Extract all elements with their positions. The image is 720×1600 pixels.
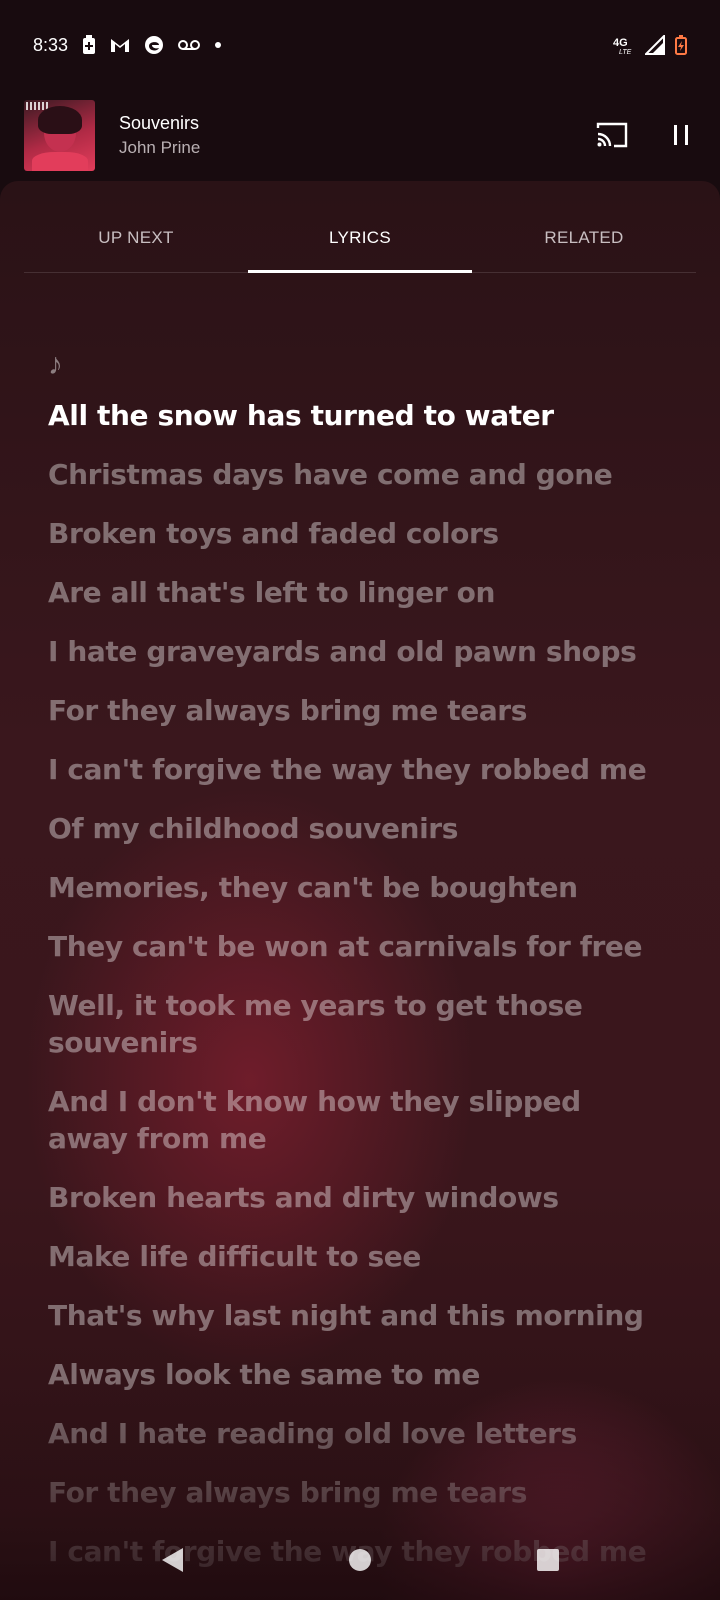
lyrics-list[interactable]: ♪ All the snow has turned to water Chris… [48,341,668,1592]
mini-player[interactable]: Souvenirs John Prine [0,90,720,180]
4g-lte-icon: 4G LTE [613,35,635,55]
system-nav-bar [0,1520,720,1600]
lyric-line[interactable]: And I don't know how they slipped away f… [48,1083,668,1157]
lyric-line[interactable]: I hate graveyards and old pawn shops [48,633,668,670]
recents-icon[interactable] [528,1540,568,1580]
tab-related[interactable]: RELATED [472,203,696,272]
signal-icon [645,35,665,55]
lyric-line[interactable]: Broken toys and faded colors [48,515,668,552]
pause-icon[interactable] [672,123,690,147]
clock: 8:33 [33,34,69,55]
gmail-icon [110,37,130,53]
voicemail-icon [178,39,201,51]
lyric-line[interactable]: Memories, they can't be boughten [48,869,668,906]
lyrics-sheet: UP NEXT LYRICS RELATED ♪ All the snow ha… [0,181,720,1600]
lyric-line[interactable]: Christmas days have come and gone [48,456,668,493]
edge-browser-icon [144,35,164,55]
lyric-line[interactable]: Of my childhood souvenirs [48,810,668,847]
battery-charging-icon [675,35,687,55]
lyric-line[interactable]: Well, it took me years to get those souv… [48,987,668,1061]
dot-icon [214,41,222,49]
back-icon[interactable] [152,1540,192,1580]
lyric-line[interactable]: Broken hearts and dirty windows [48,1179,668,1216]
tab-bar: UP NEXT LYRICS RELATED [24,203,696,273]
lyric-line[interactable]: They can't be won at carnivals for free [48,928,668,965]
album-art-text-mark [26,101,48,110]
battery-saver-icon [82,35,96,55]
album-art-hair [38,105,82,134]
status-right: 4G LTE [613,35,687,55]
status-left: 8:33 [33,35,222,56]
lyric-line[interactable]: That's why last night and this morning [48,1297,668,1334]
lyric-line[interactable]: Are all that's left to linger on [48,574,668,611]
track-info[interactable]: Souvenirs John Prine [119,113,200,158]
track-title: Souvenirs [119,112,200,133]
lyric-line-current[interactable]: All the snow has turned to water [48,397,668,434]
lyric-line[interactable]: I can't forgive the way they robbed me [48,751,668,788]
lyric-line[interactable]: For they always bring me tears [48,692,668,729]
mini-player-actions [596,122,690,148]
music-note-icon: ♪ [48,348,63,381]
lyric-line[interactable]: And I hate reading old love letters [48,1415,668,1452]
lyric-line[interactable]: Make life difficult to see [48,1238,668,1275]
album-art-shirt [32,151,88,171]
track-artist: John Prine [119,137,201,157]
svg-text:LTE: LTE [619,49,632,55]
cast-icon[interactable] [596,122,628,148]
svg-text:4G: 4G [613,37,628,49]
home-icon[interactable] [340,1540,380,1580]
tab-up-next[interactable]: UP NEXT [24,203,248,272]
album-art[interactable] [24,99,95,171]
tab-lyrics[interactable]: LYRICS [248,203,472,273]
lyric-line[interactable]: For they always bring me tears [48,1474,668,1511]
status-bar: 8:33 4G LTE [0,0,720,90]
lyric-line[interactable]: Always look the same to me [48,1356,668,1393]
